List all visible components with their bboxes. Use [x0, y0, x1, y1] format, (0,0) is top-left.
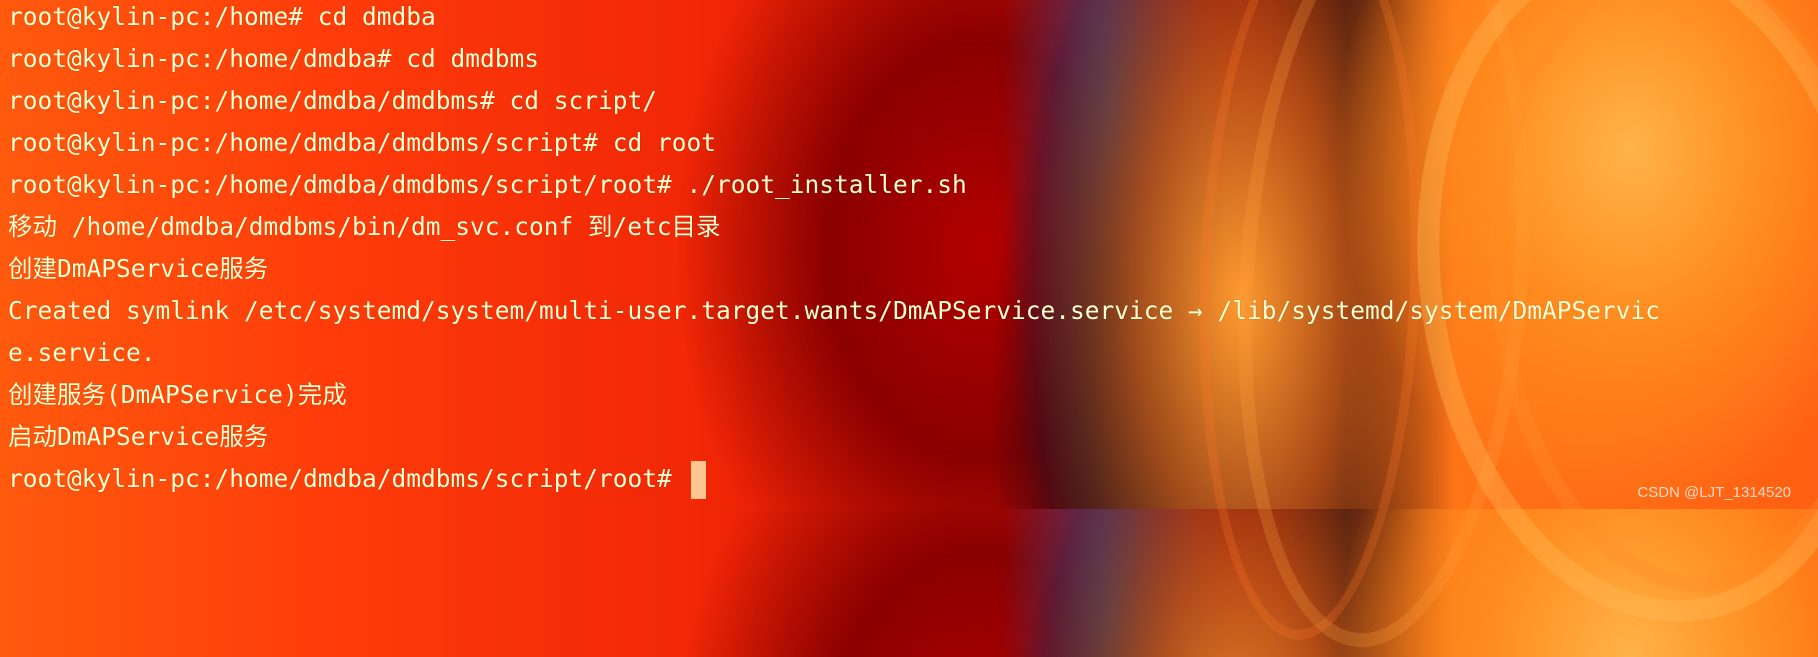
terminal-line: 移动 /home/dmdba/dmdbms/bin/dm_svc.conf 到/… — [8, 212, 721, 241]
terminal-line: root@kylin-pc:/home/dmdba/dmdbms# cd scr… — [8, 86, 658, 115]
terminal-line: e.service. — [8, 338, 156, 367]
terminal-line: 启动DmAPService服务 — [8, 422, 269, 451]
terminal-line: root@kylin-pc:/home/dmdba/dmdbms/script/… — [8, 170, 967, 199]
terminal-line: root@kylin-pc:/home/dmdba/dmdbms/script#… — [8, 128, 717, 157]
terminal-window[interactable]: root@kylin-pc:/home# cd dmdba root@kylin… — [0, 0, 1818, 509]
terminal-line: 创建服务(DmAPService)完成 — [8, 380, 347, 409]
terminal-line: Created symlink /etc/systemd/system/mult… — [8, 296, 1661, 325]
terminal-line: 创建DmAPService服务 — [8, 254, 269, 283]
terminal-line: root@kylin-pc:/home# cd dmdba — [8, 2, 436, 31]
terminal-prompt: root@kylin-pc:/home/dmdba/dmdbms/script/… — [8, 464, 687, 493]
watermark: CSDN @LJT_1314520 — [1637, 484, 1791, 501]
terminal-prompt-line[interactable]: root@kylin-pc:/home/dmdba/dmdbms/script/… — [8, 458, 706, 500]
text-cursor — [690, 461, 706, 499]
terminal-line: root@kylin-pc:/home/dmdba# cd dmdbms — [8, 44, 540, 73]
